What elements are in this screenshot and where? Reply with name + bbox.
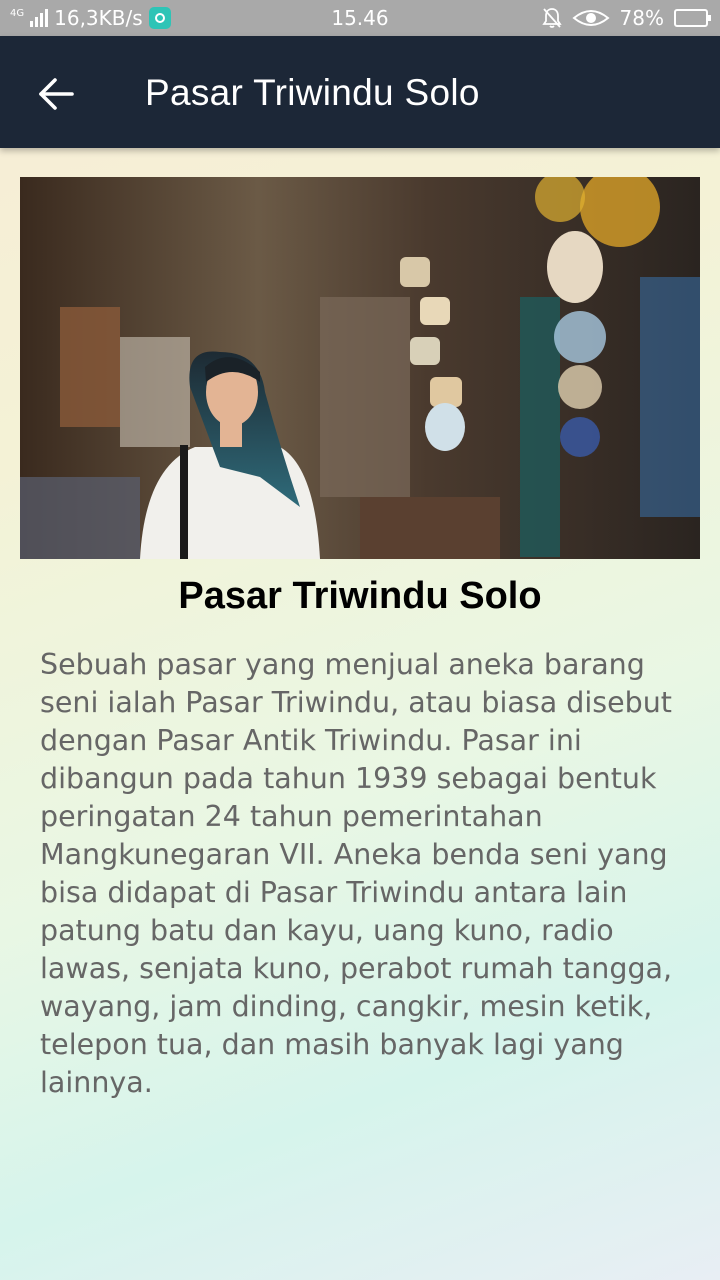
hero-image — [20, 177, 700, 559]
content-title: Pasar Triwindu Solo — [178, 575, 542, 617]
content-description: Sebuah pasar yang menjual aneka barang s… — [40, 648, 673, 1099]
battery-icon — [674, 9, 711, 27]
market-photo-illustration — [20, 177, 700, 559]
bell-off-icon — [541, 8, 562, 28]
eye-icon — [571, 10, 610, 26]
back-button[interactable] — [30, 68, 82, 120]
battery-percent: 78% — [619, 6, 664, 30]
app-bar: Pasar Triwindu Solo — [0, 36, 720, 148]
status-right: 78% — [541, 6, 711, 30]
status-bar: 4G 16,3KB/s 15.46 78% — [0, 0, 720, 36]
arrow-left-icon — [39, 78, 74, 110]
app-bar-title: Pasar Triwindu Solo — [145, 72, 480, 113]
